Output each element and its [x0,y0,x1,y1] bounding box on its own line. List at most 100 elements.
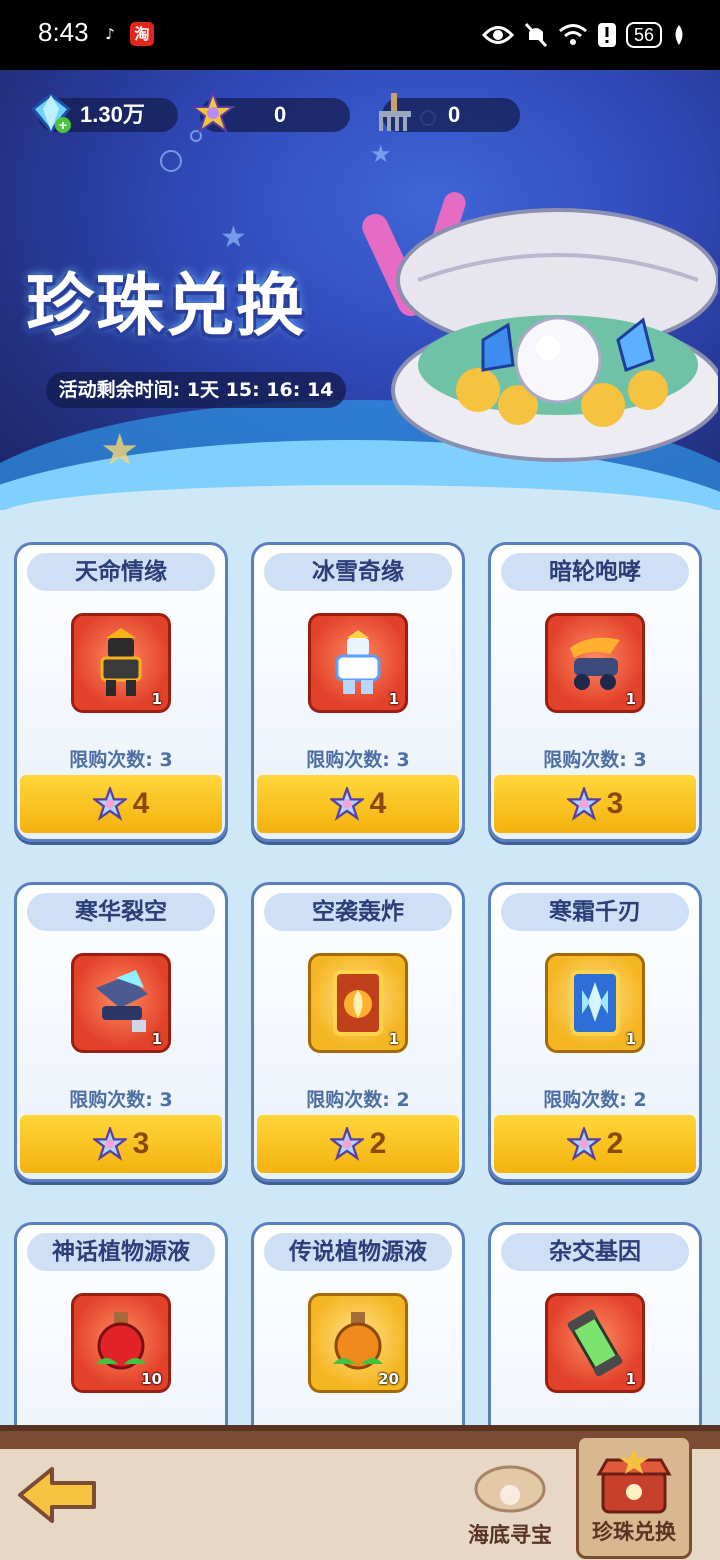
item-quantity: 1 [625,1030,636,1048]
item-name: 空袭轰炸 [264,893,452,931]
item-name: 杂交基因 [501,1233,689,1271]
item-quantity: 1 [625,1370,636,1388]
item-slot[interactable]: 10 [71,1293,171,1393]
wifi-icon [559,24,587,45]
item-quantity: 10 [141,1370,162,1388]
buy-button[interactable]: 4 [257,775,459,833]
item-slot[interactable]: 20 [308,1293,408,1393]
item-quantity: 1 [625,690,636,708]
item-name: 暗轮咆哮 [501,553,689,591]
exchange-card: 神话植物源液 10 [14,1222,228,1425]
flame-tank-icon [570,637,620,690]
item-name: 冰雪奇缘 [264,553,452,591]
item-slot[interactable]: 1 [308,953,408,1053]
price: 4 [369,787,387,820]
pearl-star-icon [566,1127,601,1161]
mute-icon [524,22,548,48]
exchange-card: 寒霜千刃 1 限购次数: 2 2 [488,882,702,1182]
pearl-shell-illustration [388,200,720,470]
buy-button[interactable]: 2 [494,1115,696,1173]
tab-pearl-exchange[interactable]: 珍珠兑换 [576,1435,692,1559]
pearl-star-counter: 0 [191,91,350,134]
purchase-limit: 限购次数: 3 [69,1089,173,1111]
diamond-counter[interactable]: + 1.30万 [30,93,178,134]
pearl-star-icon [329,787,364,821]
purchase-limit: 限购次数: 2 [543,1089,647,1111]
pearl-star-icon [329,1127,364,1161]
purchase-limit: 限购次数: 3 [543,749,647,771]
buy-button[interactable]: 4 [20,775,222,833]
event-banner: ★ ★ ★ + 1.30万 0 0 珍珠兑换 活动剩余时间: 1天 15: 16… [0,70,720,510]
item-slot[interactable]: 1 [545,1293,645,1393]
svg-text:+: + [59,117,67,133]
rake-counter: 0 [379,93,520,132]
price: 2 [606,1127,624,1160]
status-bar: 8:43 ♪ 淘 56 [0,0,720,70]
item-name: 神话植物源液 [27,1233,215,1271]
pearl-star-icon [190,90,236,136]
item-slot[interactable]: 1 [545,953,645,1053]
star-icon: ★ [370,140,392,168]
item-quantity: 20 [378,1370,399,1388]
buy-button[interactable]: 3 [494,775,696,833]
treasure-shop-icon [596,1448,672,1514]
item-slot[interactable]: 1 [71,613,171,713]
item-name: 寒华裂空 [27,893,215,931]
bottom-nav: 海底寻宝 珍珠兑换 [0,1425,720,1560]
pearl-star-amount: 0 [274,102,287,127]
rake-amount: 0 [448,102,461,127]
item-slot[interactable]: 1 [71,953,171,1053]
battery-level: 56 [625,22,662,48]
status-time: 8:43 [38,17,89,47]
red-potion-icon [96,1312,146,1370]
event-title: 珍珠兑换 [26,267,307,346]
exchange-card: 空袭轰炸 1 限购次数: 2 2 [251,882,465,1182]
item-quantity: 1 [151,690,162,708]
star-icon: ★ [100,425,140,476]
alert-icon [597,23,616,47]
item-name: 传说植物源液 [264,1233,452,1271]
pearl-star-icon [566,787,601,821]
item-quantity: 1 [151,1030,162,1048]
item-name: 天命情缘 [27,553,215,591]
purchase-limit: 限购次数: 3 [306,749,410,771]
purchase-limit: 限购次数: 3 [69,749,173,771]
orange-potion-icon [333,1312,383,1370]
purchase-limit: 限购次数: 2 [306,1089,410,1111]
item-slot[interactable]: 1 [545,613,645,713]
tiktok-icon: ♪ [105,25,115,43]
exchange-card: 传说植物源液 20 [251,1222,465,1425]
price: 3 [606,787,624,820]
clam-icon [474,1465,546,1513]
item-quantity: 1 [388,1030,399,1048]
diamond-plus-icon: + [28,90,74,136]
tab-label: 珍珠兑换 [592,1520,676,1544]
mech-warrior-icon [100,628,142,696]
price: 4 [132,787,150,820]
pearl-star-icon [92,787,127,821]
eye-icon [481,26,514,44]
exchange-card: 杂交基因 1 [488,1222,702,1425]
exchange-card: 暗轮咆哮 1 限购次数: 3 3 [488,542,702,842]
tab-label: 海底寻宝 [468,1523,552,1547]
bubble-icon [160,150,182,172]
buy-button[interactable]: 2 [257,1115,459,1173]
airstrike-card-icon [333,970,383,1036]
ice-knight-icon [335,630,381,694]
back-button[interactable] [16,1463,98,1527]
item-slot[interactable]: 1 [308,613,408,713]
frost-cannon-icon [96,970,148,1032]
exchange-card: 冰雪奇缘 1 限购次数: 3 4 [251,542,465,842]
leaf-icon [675,25,683,45]
taobao-icon: 淘 [130,22,154,46]
frost-blades-card-icon [570,970,620,1036]
event-timer: 活动剩余时间: 1天 15: 16: 14 [46,372,346,408]
item-quantity: 1 [388,690,399,708]
pearl-star-icon [92,1127,127,1161]
tab-deep-sea-treasure[interactable]: 海底寻宝 [452,1449,568,1559]
rake-icon [372,90,418,136]
exchange-card: 寒华裂空 1 限购次数: 3 3 [14,882,228,1182]
buy-button[interactable]: 3 [20,1115,222,1173]
price: 2 [369,1127,387,1160]
item-name: 寒霜千刃 [501,893,689,931]
